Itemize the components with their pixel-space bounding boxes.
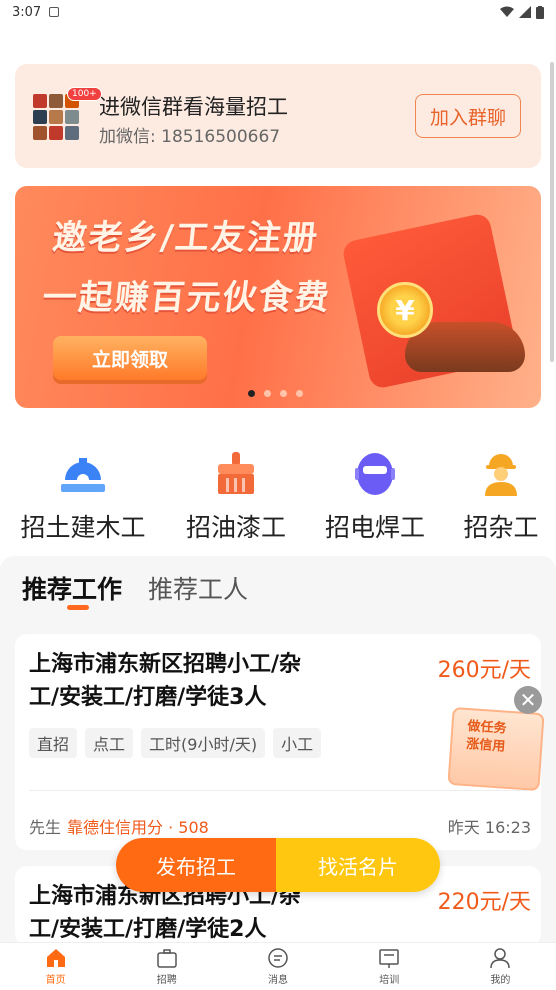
wifi-icon — [500, 6, 514, 17]
coin-icon: ¥ — [377, 282, 433, 338]
job-tag: 工时(9小时/天) — [141, 728, 266, 758]
promo-banner[interactable]: 邀老乡/工友注册 一起赚百元伙食费 立即领取 ¥ — [15, 186, 541, 408]
nav-training[interactable]: 培训 — [334, 943, 445, 990]
welding-mask-icon — [351, 450, 399, 498]
category-label: 招土建木工 — [20, 513, 146, 542]
briefcase-icon — [157, 949, 177, 968]
construction-icon — [59, 450, 107, 498]
wechat-title: 进微信群看海量招工 — [99, 95, 288, 119]
tab-indicator — [67, 605, 89, 610]
status-time: 3:07 — [12, 4, 42, 20]
category-grid: 招土建木工 招油漆工 招电焊工 招杂工 — [0, 450, 556, 550]
carousel-dot[interactable] — [280, 390, 287, 397]
divider — [29, 790, 527, 791]
battery-icon — [536, 5, 544, 19]
scrollbar[interactable] — [550, 62, 554, 362]
task-widget-text: 做任务 涨信用 — [466, 718, 507, 757]
category-label: 招电焊工 — [324, 513, 425, 542]
credit-score: 靠德住信用分 · 508 — [67, 818, 209, 837]
job-time: 昨天 16:23 — [447, 818, 531, 837]
job-card-button[interactable]: 找活名片 — [276, 838, 440, 892]
wechat-group-card[interactable]: 100+ 进微信群看海量招工 加微信: 18516500667 加入群聊 — [15, 64, 541, 168]
wechat-id: 加微信: 18516500667 — [99, 127, 281, 147]
carousel-dot[interactable] — [264, 390, 271, 397]
job-pay: 220元/天 — [437, 890, 531, 915]
nav-label: 消息 — [268, 975, 288, 986]
carousel-dot[interactable] — [248, 390, 255, 397]
poster-name: 先生 — [29, 818, 62, 837]
category-label: 招杂工 — [463, 513, 539, 542]
task-credit-widget[interactable]: 做任务 涨信用 — [447, 706, 545, 792]
paint-brush-icon — [212, 450, 260, 498]
job-pay: 260元/天 — [437, 658, 531, 683]
profile-icon — [490, 948, 511, 969]
category-label: 招油漆工 — [185, 513, 286, 542]
nav-label: 我的 — [490, 975, 511, 986]
signal-icon — [519, 6, 531, 18]
category-paint[interactable]: 招油漆工 — [181, 450, 291, 544]
nav-label: 培训 — [379, 975, 400, 986]
worker-icon — [477, 450, 525, 498]
tab-recommended-workers[interactable]: 推荐工人 — [148, 570, 248, 606]
floating-action-bar: 发布招工 找活名片 — [116, 838, 440, 892]
tab-recommended-jobs[interactable]: 推荐工作 — [22, 570, 122, 606]
notification-icon — [49, 7, 60, 17]
job-tag: 小工 — [273, 728, 322, 758]
banner-headline: 邀老乡/工友注册 — [50, 218, 322, 258]
message-icon — [268, 948, 288, 968]
post-job-button[interactable]: 发布招工 — [116, 838, 276, 892]
job-tag: 点工 — [85, 728, 134, 758]
bottom-nav: 首页 招聘 消息 培训 我的 — [0, 942, 556, 990]
nav-label: 招聘 — [156, 975, 177, 986]
nav-profile[interactable]: 我的 — [445, 943, 556, 990]
category-construction[interactable]: 招土建木工 — [14, 450, 152, 544]
banner-subheadline: 一起赚百元伙食费 — [40, 278, 333, 318]
status-bar: 3:07 — [0, 0, 556, 24]
category-welding[interactable]: 招电焊工 — [320, 450, 430, 544]
carousel-indicator — [248, 390, 303, 397]
carousel-dot[interactable] — [296, 390, 303, 397]
job-poster: 先生 靠德住信用分 · 508 — [29, 814, 209, 838]
join-group-button[interactable]: 加入群聊 — [415, 94, 521, 138]
claim-now-button[interactable]: 立即领取 — [53, 336, 207, 380]
nav-label: 首页 — [45, 975, 66, 986]
nav-messages[interactable]: 消息 — [222, 943, 333, 990]
nav-home[interactable]: 首页 — [0, 943, 111, 990]
nav-jobs[interactable]: 招聘 — [111, 943, 222, 990]
home-icon — [46, 949, 65, 967]
close-icon[interactable]: ✕ — [514, 686, 542, 714]
task-line2: 涨信用 — [465, 736, 506, 755]
member-count-badge: 100+ — [67, 87, 102, 101]
job-title: 上海市浦东新区招聘小工/杂工/安装工/打磨/学徒3人 — [29, 652, 302, 710]
job-tag: 直招 — [29, 728, 78, 758]
job-tags: 直招 点工 工时(9小时/天) 小工 — [29, 728, 322, 758]
category-general-labor[interactable]: 招杂工 — [459, 450, 543, 544]
training-icon — [379, 949, 399, 968]
